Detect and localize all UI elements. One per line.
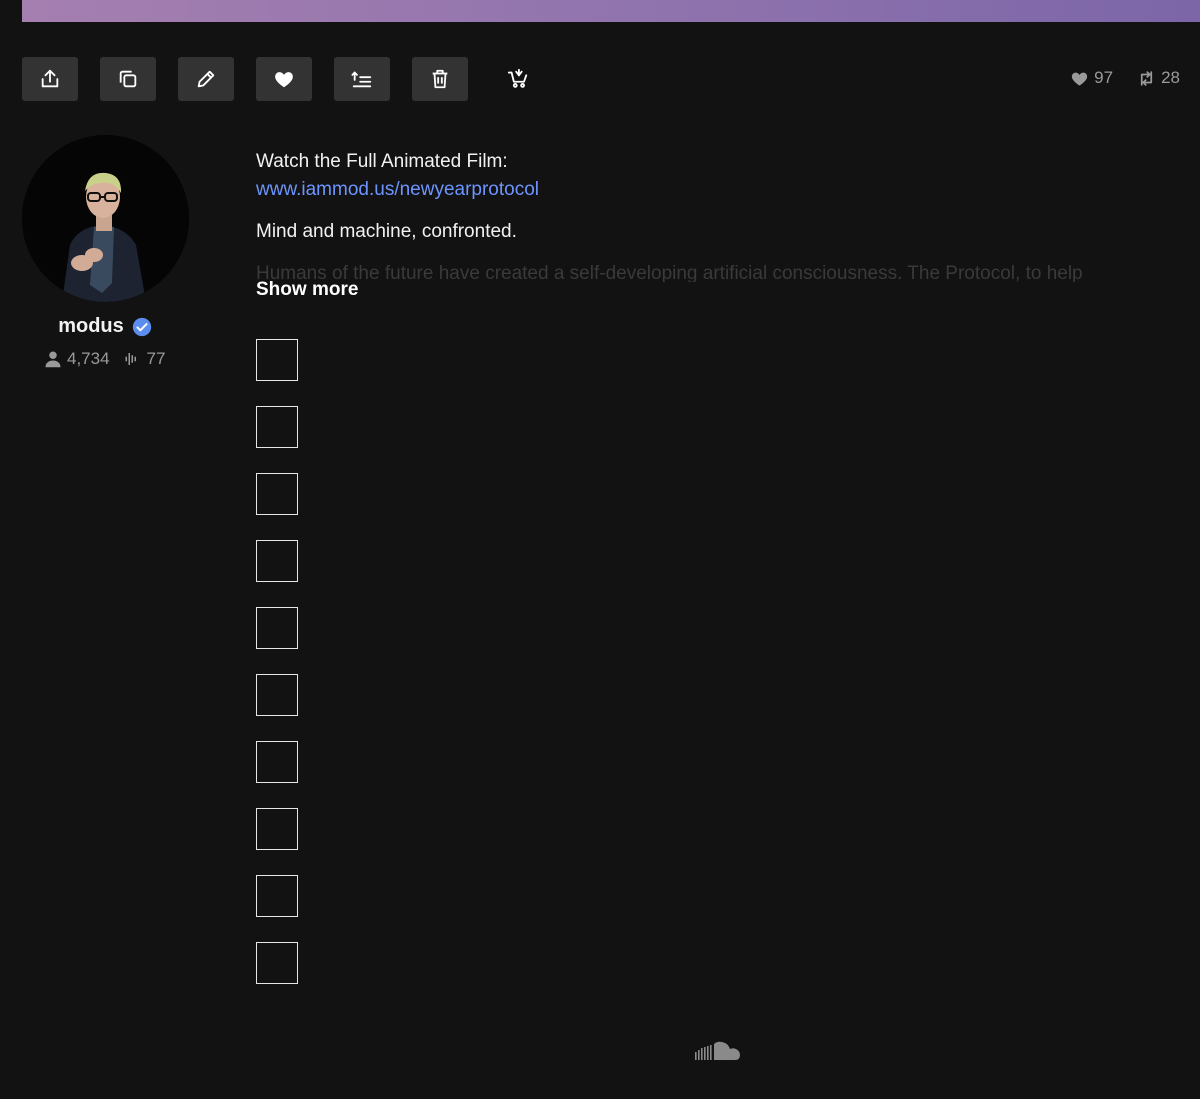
placeholder-box xyxy=(256,808,298,850)
heart-icon xyxy=(1071,72,1088,86)
reposts-count[interactable]: 28 xyxy=(1137,68,1180,88)
track-description: Watch the Full Animated Film: www.iammod… xyxy=(256,148,1166,282)
copy-icon xyxy=(119,70,137,88)
film-link[interactable]: www.iammod.us/newyearprotocol xyxy=(256,176,1166,204)
placeholder-box xyxy=(256,674,298,716)
show-more-button[interactable]: Show more xyxy=(256,279,358,301)
edit-button[interactable] xyxy=(178,57,234,101)
buy-button[interactable] xyxy=(490,57,546,101)
like-button[interactable] xyxy=(256,57,312,101)
placeholder-box xyxy=(256,540,298,582)
placeholder-box xyxy=(256,607,298,649)
avatar[interactable] xyxy=(22,135,189,302)
tracks-count[interactable]: 77 xyxy=(124,349,166,369)
placeholder-box xyxy=(256,875,298,917)
track-stats: 97 28 xyxy=(1070,68,1180,88)
placeholder-box-list xyxy=(256,339,298,1009)
copy-button[interactable] xyxy=(100,57,156,101)
placeholder-box xyxy=(256,942,298,984)
followers-value: 4,734 xyxy=(67,349,110,368)
avatar-image xyxy=(22,135,189,302)
delete-button[interactable] xyxy=(412,57,468,101)
username-row: modus xyxy=(0,315,210,338)
placeholder-box xyxy=(256,339,298,381)
likes-value: 97 xyxy=(1094,68,1114,87)
placeholder-box xyxy=(256,473,298,515)
cart-icon xyxy=(507,68,528,88)
top-banner xyxy=(22,0,1200,22)
heart-icon xyxy=(275,72,293,88)
share-icon xyxy=(41,69,59,88)
trash-icon xyxy=(432,69,448,89)
user-icon xyxy=(45,351,61,368)
tracks-value: 77 xyxy=(146,349,166,368)
description-line-2: Mind and machine, confronted. xyxy=(256,221,517,242)
verified-badge-icon xyxy=(132,317,151,336)
playlist-add-icon xyxy=(351,71,372,88)
placeholder-box xyxy=(256,406,298,448)
soundcloud-logo-icon xyxy=(695,1041,740,1060)
followers-count[interactable]: 4,734 xyxy=(44,349,110,369)
user-stats: 4,734 77 xyxy=(44,349,165,369)
share-button[interactable] xyxy=(22,57,78,101)
likes-count[interactable]: 97 xyxy=(1070,68,1113,88)
repost-icon xyxy=(1140,70,1153,86)
add-to-playlist-button[interactable] xyxy=(334,57,390,101)
pencil-icon xyxy=(197,70,215,88)
username[interactable]: modus xyxy=(58,315,124,338)
toolbar xyxy=(22,57,546,101)
waveform-icon xyxy=(125,353,136,365)
reposts-value: 28 xyxy=(1161,68,1180,87)
description-line-1: Watch the Full Animated Film: xyxy=(256,151,508,172)
description-faded-text: Humans of the future have created a self… xyxy=(256,263,1083,282)
placeholder-box xyxy=(256,741,298,783)
